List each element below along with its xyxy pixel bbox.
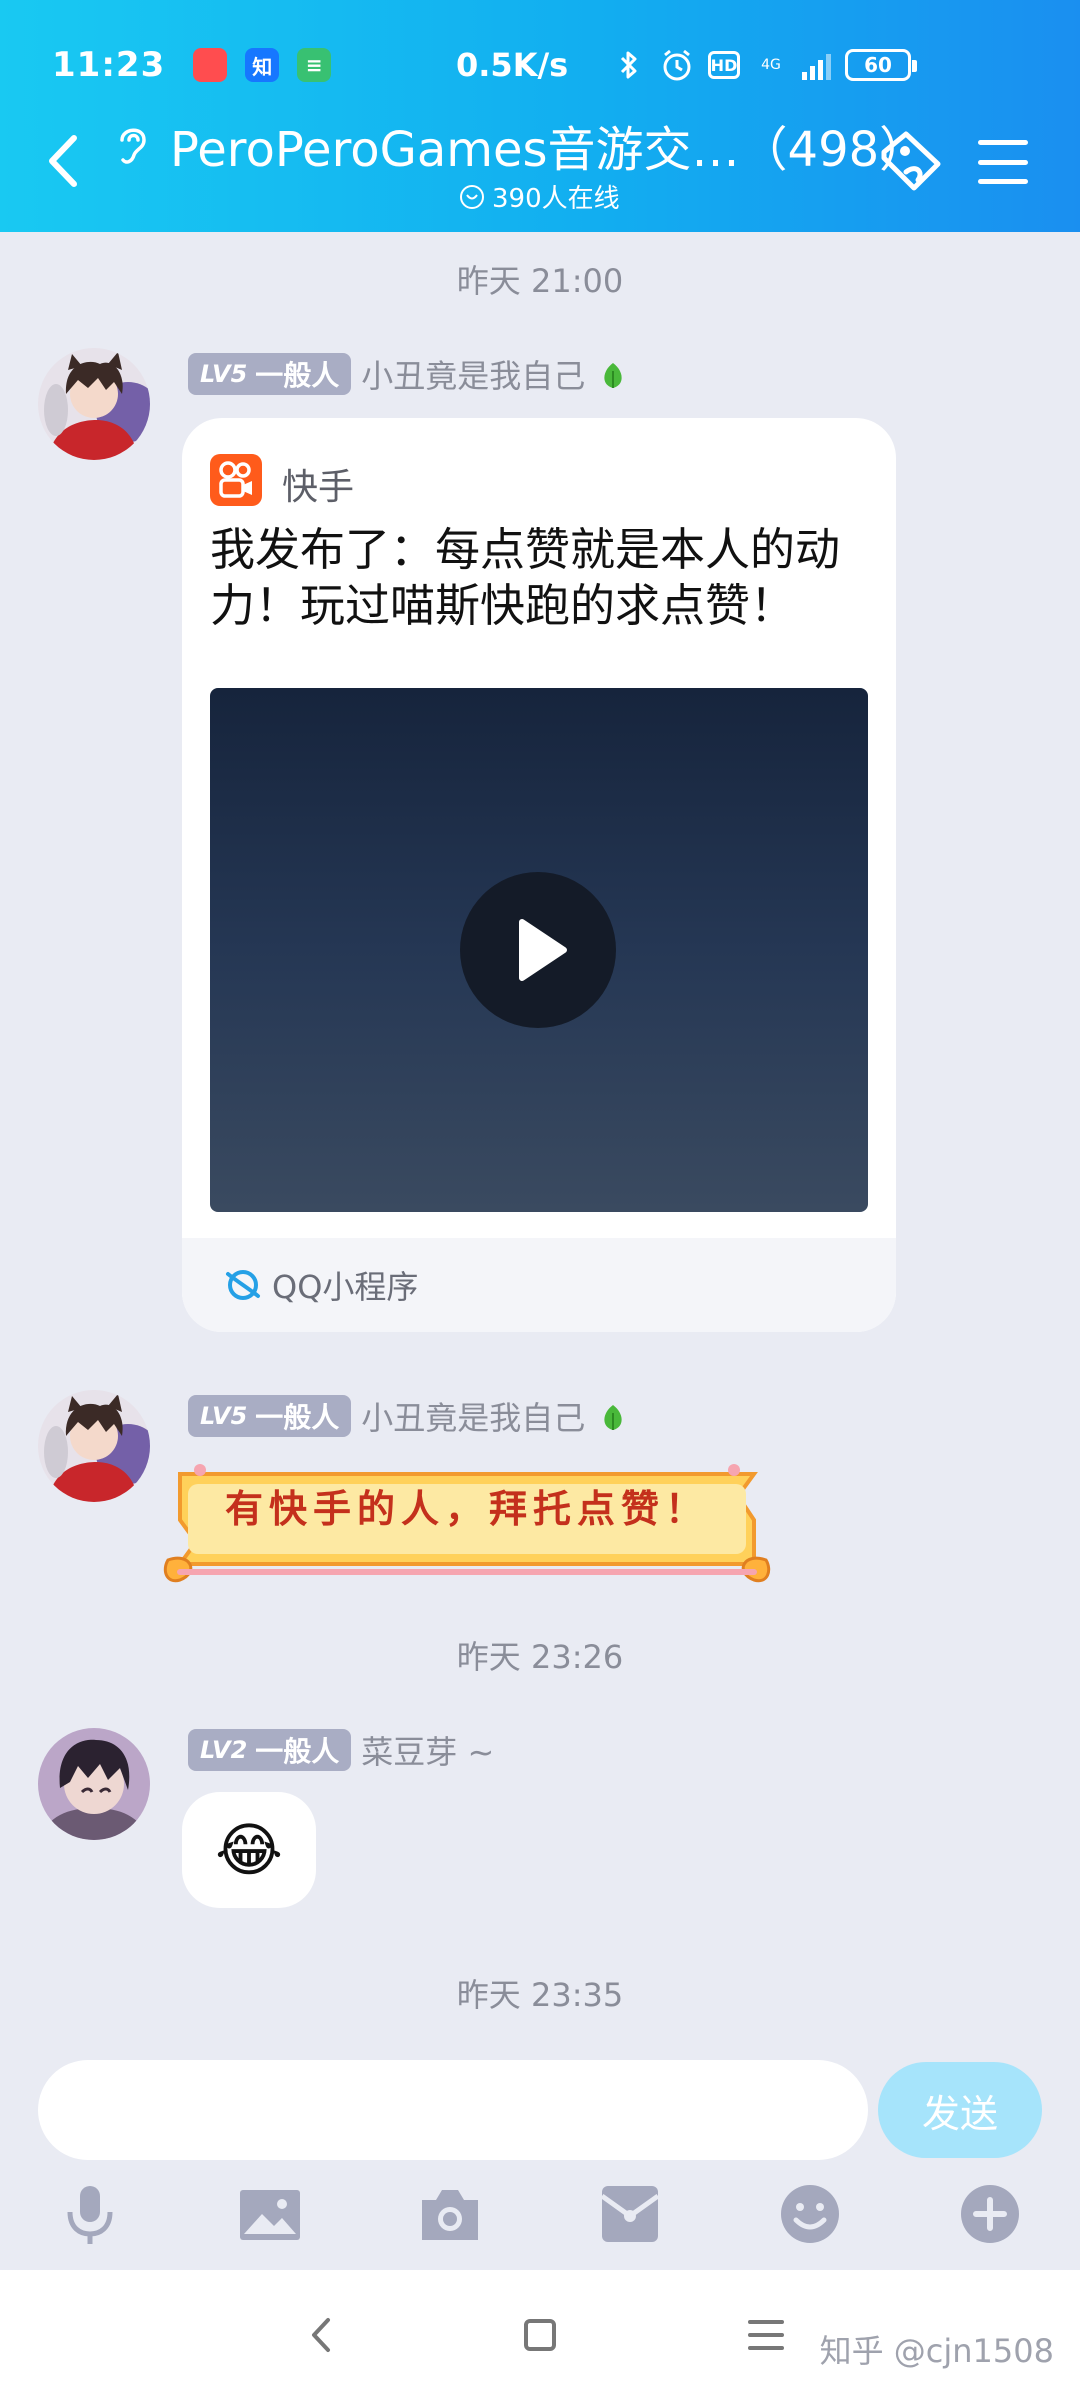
hd-voice-icon: HD xyxy=(708,51,740,79)
emoji-icon[interactable] xyxy=(778,2182,842,2246)
mini-program-icon xyxy=(224,1266,262,1304)
banner-text: 有快手的人，拜托点赞！ xyxy=(224,1486,709,1531)
zhihu-icon: 知 xyxy=(245,48,280,82)
microphone-icon[interactable] xyxy=(58,2182,122,2246)
level-badge: LV2 一般人 xyxy=(188,1729,352,1771)
chat-title-row[interactable]: PeroPeroGames音游交…（498） xyxy=(112,110,927,180)
signal-icon xyxy=(802,50,831,80)
level-badge: LV5 一般人 xyxy=(188,1395,352,1437)
status-right: HD 4G 60 xyxy=(612,48,917,82)
mini-program-card[interactable]: 快手 我发布了：每点赞就是本人的动力！玩过喵斯快跑的求点赞！ QQ小程序 xyxy=(182,418,896,1332)
message-input[interactable] xyxy=(38,2060,868,2160)
mini-program-label: QQ小程序 xyxy=(272,1268,419,1306)
time-separator: 昨天 23:35 xyxy=(456,1976,624,2014)
level-badge: LV5 一般人 xyxy=(188,353,352,395)
watermark: 知乎 @cjn1508 xyxy=(819,2332,1054,2370)
time-separator: 昨天 21:00 xyxy=(456,262,624,300)
time-separator: 昨天 23:26 xyxy=(456,1638,624,1676)
tears-of-joy-emoji: 😂 xyxy=(215,1816,283,1884)
camera-icon[interactable] xyxy=(418,2182,482,2246)
status-bar: 11:23 知 ≡ 0.5K/s HD 4G 60 xyxy=(52,40,1040,90)
menu-button[interactable] xyxy=(978,140,1028,184)
emoji-bubble[interactable]: 😂 xyxy=(182,1792,316,1908)
card-app-name: 快手 xyxy=(282,467,355,508)
sender-meta: LV5 一般人 小丑竟是我自己 xyxy=(188,352,627,396)
status-time: 11:23 xyxy=(52,45,166,85)
send-button[interactable]: 发送 xyxy=(878,2062,1042,2158)
back-button[interactable] xyxy=(38,128,88,194)
smile-icon xyxy=(460,184,484,209)
plus-icon[interactable] xyxy=(958,2182,1022,2246)
status-app-icons: 知 ≡ xyxy=(193,48,332,82)
network-speed: 0.5K/s xyxy=(456,46,569,84)
input-toolbar xyxy=(0,2168,1080,2272)
network-type: 4G xyxy=(761,57,781,73)
sender-nickname[interactable]: 菜豆芽 ~ xyxy=(361,1727,494,1773)
play-icon[interactable] xyxy=(460,872,616,1028)
online-count-text: 390人在线 xyxy=(492,184,620,214)
chat-title: PeroPeroGames音游交…（498） xyxy=(170,122,928,178)
chat-header: 11:23 知 ≡ 0.5K/s HD 4G 60 PeroPeroGames音游… xyxy=(0,0,1080,232)
sender-meta: LV2 一般人 菜豆芽 ~ xyxy=(188,1728,494,1772)
group-tag-button[interactable] xyxy=(876,128,948,196)
video-thumbnail[interactable] xyxy=(210,688,868,1212)
avatar[interactable] xyxy=(38,348,150,460)
card-title: 我发布了：每点赞就是本人的动力！玩过喵斯快跑的求点赞！ xyxy=(210,523,841,632)
battery-icon: 60 xyxy=(845,49,917,81)
scroll-banner-bubble[interactable]: 有快手的人，拜托点赞！ xyxy=(160,1460,774,1594)
image-icon[interactable] xyxy=(238,2182,302,2246)
avatar[interactable] xyxy=(38,1390,150,1502)
sprout-icon xyxy=(599,1401,627,1431)
sprout-icon xyxy=(599,359,627,389)
nav-back-icon[interactable] xyxy=(292,2310,352,2360)
notes-icon: ≡ xyxy=(297,48,332,82)
avatar[interactable] xyxy=(38,1728,150,1840)
bluetooth-icon xyxy=(612,48,646,82)
kuaishou-icon xyxy=(210,454,262,506)
card-footer: QQ小程序 xyxy=(182,1238,896,1332)
online-count: 390人在线 xyxy=(460,178,620,215)
pinduoduo-icon xyxy=(193,48,228,82)
ear-icon xyxy=(112,122,154,168)
sender-nickname[interactable]: 小丑竟是我自己 xyxy=(361,351,585,397)
sender-meta: LV5 一般人 小丑竟是我自己 xyxy=(188,1394,627,1438)
alarm-icon xyxy=(660,48,694,82)
red-packet-icon[interactable] xyxy=(598,2182,662,2246)
nav-menu-icon[interactable] xyxy=(736,2310,796,2360)
sender-nickname[interactable]: 小丑竟是我自己 xyxy=(361,1393,585,1439)
nav-home-icon[interactable] xyxy=(510,2310,570,2360)
